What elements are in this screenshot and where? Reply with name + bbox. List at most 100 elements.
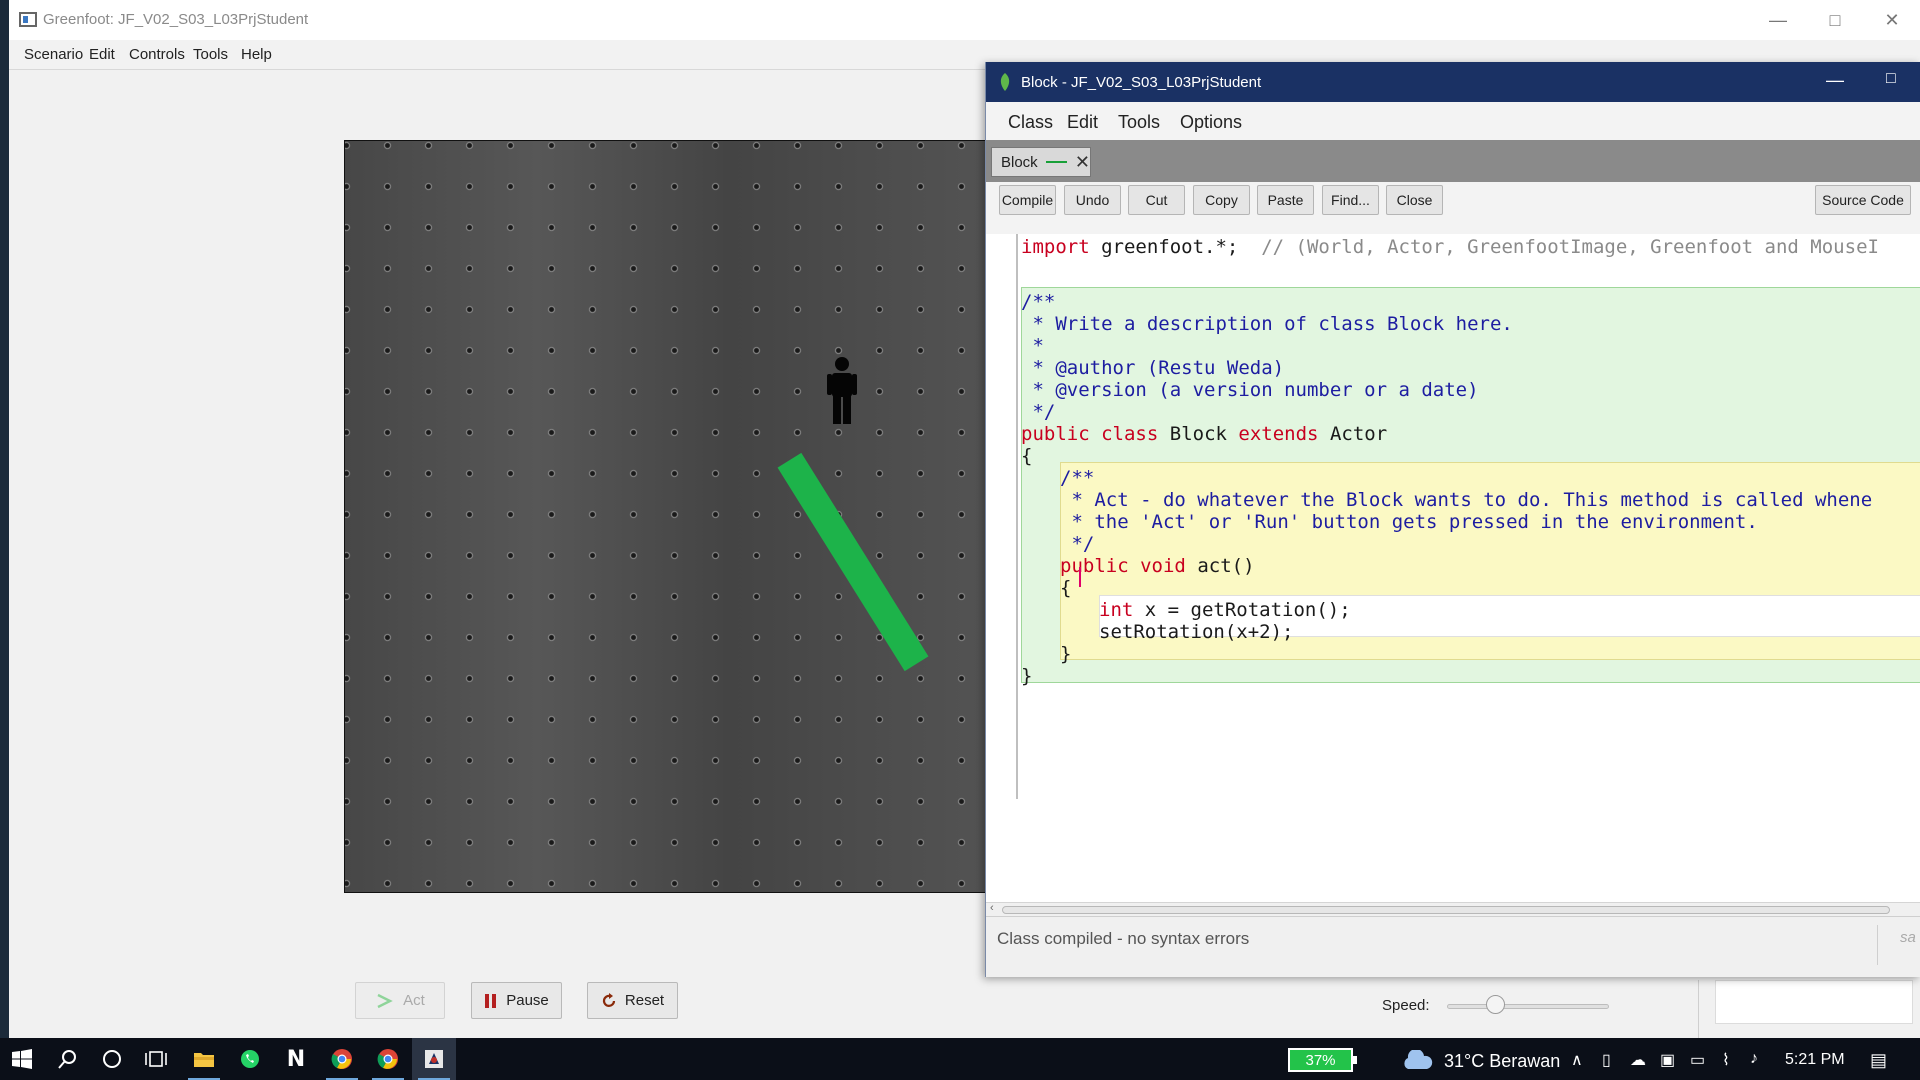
menu-tools[interactable]: Tools xyxy=(193,46,228,63)
speed-slider-thumb[interactable] xyxy=(1486,995,1506,1014)
chrome-icon xyxy=(377,1049,398,1069)
weather-text[interactable]: 31°C Berawan xyxy=(1444,1051,1560,1072)
greenfoot-app-icon xyxy=(19,12,37,27)
taskbar-chrome-2[interactable] xyxy=(366,1038,410,1080)
code-line-13: * the 'Act' or 'Run' button gets pressed… xyxy=(1060,511,1758,533)
status-separator xyxy=(1877,925,1878,965)
editor-maximize-button[interactable]: □ xyxy=(1886,70,1896,88)
main-window-title: Greenfoot: JF_V02_S03_L03PrjStudent xyxy=(43,11,309,28)
code-line-12: * Act - do whatever the Block wants to d… xyxy=(1060,489,1873,511)
maximize-button[interactable]: □ xyxy=(1807,0,1863,40)
paste-button[interactable]: Paste xyxy=(1257,185,1314,215)
search-button[interactable] xyxy=(46,1038,90,1080)
reset-button[interactable]: Reset xyxy=(587,982,678,1019)
taskbar-file-explorer[interactable] xyxy=(182,1038,226,1080)
taskbar-greenfoot[interactable] xyxy=(412,1038,456,1080)
close-editor-button[interactable]: Close xyxy=(1386,185,1443,215)
notification-center-icon[interactable]: ▤ xyxy=(1870,1050,1887,1071)
act-button[interactable]: Act xyxy=(355,982,445,1019)
speed-label: Speed: xyxy=(1382,997,1430,1014)
editor-minimize-button[interactable]: — xyxy=(1826,70,1844,91)
tray-onedrive-icon[interactable]: ☁ xyxy=(1630,1050,1646,1070)
scroll-left-arrow-icon[interactable]: ‹ xyxy=(990,902,994,914)
world-canvas[interactable] xyxy=(344,140,987,893)
start-button[interactable] xyxy=(0,1038,44,1080)
code-line-11: /** xyxy=(1060,467,1095,489)
view-mode-selector[interactable]: Source Code xyxy=(1815,185,1911,215)
editor-menu-options[interactable]: Options xyxy=(1180,112,1242,133)
block-actor[interactable] xyxy=(777,452,929,672)
taskbar-clock[interactable]: 5:21 PM xyxy=(1785,1051,1845,1069)
notion-n-icon: N xyxy=(286,1046,306,1072)
compile-button[interactable]: Compile xyxy=(999,185,1056,215)
tray-device-icon[interactable]: ▯ xyxy=(1602,1050,1611,1070)
greenfoot-taskbar-icon xyxy=(425,1050,443,1068)
menu-edit[interactable]: Edit xyxy=(89,46,115,63)
scrollbar-thumb[interactable] xyxy=(1002,906,1890,914)
compile-status-text: Class compiled - no syntax errors xyxy=(997,929,1250,948)
editor-gutter xyxy=(1016,234,1018,799)
tray-display-icon[interactable]: ▣ xyxy=(1660,1050,1675,1070)
speed-slider-track[interactable] xyxy=(1447,1004,1609,1009)
copy-button[interactable]: Copy xyxy=(1193,185,1250,215)
menu-help[interactable]: Help xyxy=(241,46,272,63)
code-line-9: public class Block extends Actor xyxy=(1021,423,1388,445)
chrome-icon xyxy=(331,1049,352,1069)
person-actor-icon[interactable] xyxy=(824,356,860,426)
tray-chevron-icon[interactable]: ∧ xyxy=(1571,1050,1583,1070)
undo-button[interactable]: Undo xyxy=(1064,185,1121,215)
code-line-3: /** xyxy=(1021,291,1056,313)
minimize-button[interactable]: — xyxy=(1750,0,1806,40)
code-line-18: setRotation(x+2); xyxy=(1099,621,1294,643)
taskbar-chrome-1[interactable] xyxy=(320,1038,364,1080)
tab-block[interactable]: Block ✕ xyxy=(991,147,1091,177)
task-view-button[interactable] xyxy=(134,1038,178,1080)
editor-tabbar: Block ✕ xyxy=(986,140,1920,182)
code-line-5: * xyxy=(1021,335,1044,357)
code-line-14: */ xyxy=(1060,533,1095,555)
editor-titlebar: Block - JF_V02_S03_L03PrjStudent — □ xyxy=(986,62,1920,102)
main-titlebar: Greenfoot: JF_V02_S03_L03PrjStudent — □ … xyxy=(9,0,1920,40)
battery-indicator[interactable]: 37% xyxy=(1288,1048,1357,1072)
editor-title: Block - JF_V02_S03_L03PrjStudent xyxy=(1021,74,1262,91)
tab-close-icon[interactable]: ✕ xyxy=(1075,153,1090,171)
tray-wifi-icon[interactable]: ⌇ xyxy=(1722,1050,1730,1070)
code-line-20: } xyxy=(1021,665,1033,687)
editor-toolbar xyxy=(986,182,1920,234)
find-button[interactable]: Find... xyxy=(1322,185,1379,215)
pause-button[interactable]: Pause xyxy=(471,982,562,1019)
reset-label: Reset xyxy=(624,992,665,1009)
code-line-4: * Write a description of class Block her… xyxy=(1021,313,1513,335)
code-line-6: * @author (Restu Weda) xyxy=(1021,357,1285,379)
code-editor[interactable]: import greenfoot.*; // (World, Actor, Gr… xyxy=(986,234,1920,902)
cut-button[interactable]: Cut xyxy=(1128,185,1185,215)
greenfoot-leaf-icon xyxy=(1000,73,1010,91)
whatsapp-icon xyxy=(241,1050,259,1068)
reset-icon xyxy=(602,992,616,1007)
text-caret xyxy=(1079,567,1081,587)
code-line-16: { xyxy=(1060,577,1072,599)
pause-label: Pause xyxy=(506,992,549,1009)
editor-menu-edit[interactable]: Edit xyxy=(1067,112,1098,133)
code-line-10: { xyxy=(1021,445,1033,467)
tray-battery-icon[interactable]: ▭ xyxy=(1690,1050,1705,1070)
code-line-19: } xyxy=(1060,643,1072,665)
folder-icon xyxy=(194,1053,214,1067)
editor-horizontal-scrollbar[interactable]: ‹ xyxy=(986,902,1920,916)
tray-volume-icon[interactable]: ♪ xyxy=(1750,1050,1758,1068)
cloud-weather-icon[interactable] xyxy=(1400,1050,1434,1070)
act-arrow-icon xyxy=(377,993,393,1008)
menu-scenario[interactable]: Scenario xyxy=(24,46,83,63)
close-button[interactable]: ✕ xyxy=(1864,0,1920,40)
right-panel-divider xyxy=(1698,980,1699,1038)
windows-logo-icon xyxy=(12,1049,32,1069)
menu-controls[interactable]: Controls xyxy=(129,46,185,63)
editor-menu-class[interactable]: Class xyxy=(1008,112,1053,133)
taskbar-whatsapp[interactable] xyxy=(228,1038,272,1080)
tab-block-label: Block xyxy=(1001,153,1038,171)
tab-modified-indicator xyxy=(1045,161,1067,163)
cortana-button[interactable] xyxy=(90,1038,134,1080)
taskbar-notion[interactable]: N xyxy=(274,1038,318,1080)
task-view-icon xyxy=(145,1051,167,1067)
editor-menu-tools[interactable]: Tools xyxy=(1118,112,1160,133)
